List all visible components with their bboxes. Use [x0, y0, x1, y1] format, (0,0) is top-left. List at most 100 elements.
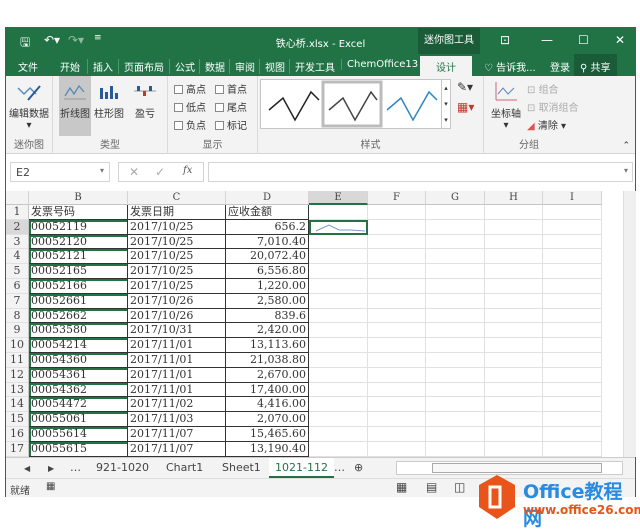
cell-b6[interactable]: 00052166: [29, 279, 128, 294]
cell-d12[interactable]: 2,670.00: [226, 367, 309, 383]
cell[interactable]: [485, 234, 543, 250]
prev-sheet-icon[interactable]: ◀: [24, 464, 30, 473]
cell-c4[interactable]: 2017/10/25: [128, 249, 226, 265]
cell[interactable]: [543, 367, 602, 383]
worksheet-grid[interactable]: B C D E F G H I 1 发票号码 发票日期 应收金额 2 00052119 2017/10/25…: [6, 191, 623, 457]
edit-data-button[interactable]: 编辑数据 ▾: [8, 80, 50, 131]
sparkline-color-button[interactable]: ✎▾: [457, 80, 473, 94]
cell-c10[interactable]: 2017/11/01: [128, 338, 226, 353]
cell-c8[interactable]: 2017/10/26: [128, 308, 226, 324]
insert-function-icon[interactable]: fx: [183, 165, 192, 176]
cell[interactable]: [368, 249, 426, 265]
sparkline-cell-e2[interactable]: [309, 219, 368, 235]
minimize-icon[interactable]: —: [541, 33, 553, 47]
cell[interactable]: [368, 382, 426, 398]
cell[interactable]: [426, 219, 485, 235]
cell-d9[interactable]: 2,420.00: [226, 323, 309, 339]
winloss-type-button[interactable]: 盈亏: [129, 80, 161, 120]
column-header-b[interactable]: B: [29, 191, 128, 205]
cell-c9[interactable]: 2017/10/31: [128, 323, 226, 339]
cell[interactable]: [309, 293, 368, 309]
cell[interactable]: [426, 323, 485, 339]
cell[interactable]: [426, 382, 485, 398]
column-header-f[interactable]: F: [368, 191, 426, 205]
column-type-button[interactable]: 柱形图: [93, 80, 125, 120]
cell[interactable]: [426, 308, 485, 324]
row-header[interactable]: 6: [6, 279, 29, 294]
collapse-ribbon-icon[interactable]: ⌃: [622, 141, 630, 151]
marker-color-button[interactable]: ▦▾: [457, 100, 474, 114]
close-icon[interactable]: ✕: [615, 33, 625, 47]
cell-c5[interactable]: 2017/10/25: [128, 264, 226, 279]
cell[interactable]: [426, 234, 485, 250]
cell[interactable]: [309, 249, 368, 265]
cell[interactable]: [426, 367, 485, 383]
cell[interactable]: [485, 441, 543, 457]
cell-b1[interactable]: 发票号码: [29, 205, 128, 220]
cell[interactable]: [485, 249, 543, 265]
cell[interactable]: [426, 412, 485, 427]
row-header[interactable]: 1: [6, 205, 29, 220]
cell-d7[interactable]: 2,580.00: [226, 293, 309, 309]
more-sheets-left[interactable]: …: [70, 461, 81, 474]
cell[interactable]: [368, 205, 426, 220]
new-sheet-icon[interactable]: ⊕: [354, 461, 363, 474]
ribbon-display-icon[interactable]: ⊡: [500, 33, 510, 47]
cell[interactable]: [426, 293, 485, 309]
cell[interactable]: [309, 264, 368, 279]
maximize-icon[interactable]: ☐: [578, 33, 589, 47]
scroll-thumb[interactable]: [432, 463, 602, 473]
row-header[interactable]: 4: [6, 249, 29, 265]
cell[interactable]: [368, 441, 426, 457]
sheet-tab[interactable]: Chart1: [166, 461, 203, 474]
cell[interactable]: [543, 234, 602, 250]
macro-record-icon[interactable]: ▦: [46, 481, 55, 492]
cell[interactable]: [485, 353, 543, 368]
cell[interactable]: [368, 323, 426, 339]
cell-b2[interactable]: 00052119: [29, 219, 128, 235]
row-header[interactable]: 10: [6, 338, 29, 353]
cell[interactable]: [543, 219, 602, 235]
sheet-tab[interactable]: 921-1020: [96, 461, 149, 474]
row-header[interactable]: 2: [6, 219, 29, 235]
cell-c2[interactable]: 2017/10/25: [128, 219, 226, 235]
page-layout-view-icon[interactable]: ▤: [426, 480, 437, 494]
cell[interactable]: [368, 264, 426, 279]
cell[interactable]: [485, 397, 543, 413]
cell[interactable]: [485, 338, 543, 353]
enter-icon[interactable]: ✓: [155, 165, 165, 179]
cell[interactable]: [368, 353, 426, 368]
cancel-icon[interactable]: ✕: [129, 165, 139, 179]
cell[interactable]: [485, 219, 543, 235]
cell[interactable]: [368, 338, 426, 353]
cell-c12[interactable]: 2017/11/01: [128, 367, 226, 383]
clear-button[interactable]: ◢ 清除 ▾: [527, 117, 566, 132]
tab-home[interactable]: 开始: [60, 59, 80, 74]
cell[interactable]: [309, 427, 368, 442]
first-point-checkbox[interactable]: 首点: [215, 81, 247, 96]
cell[interactable]: [309, 234, 368, 250]
cell[interactable]: [485, 382, 543, 398]
row-header[interactable]: 8: [6, 308, 29, 324]
tell-me-search[interactable]: ♡ 告诉我...: [484, 59, 536, 74]
cell[interactable]: [485, 308, 543, 324]
cell-c14[interactable]: 2017/11/02: [128, 397, 226, 413]
cell[interactable]: [309, 338, 368, 353]
cell[interactable]: [426, 353, 485, 368]
tab-page-layout[interactable]: 页面布局: [118, 59, 164, 74]
cell[interactable]: [485, 412, 543, 427]
cell-b7[interactable]: 00052661: [29, 293, 128, 309]
name-box[interactable]: E2 ▾: [10, 162, 110, 182]
cell[interactable]: [309, 323, 368, 339]
next-sheet-icon[interactable]: ▶: [48, 464, 54, 473]
style-gallery[interactable]: [260, 79, 450, 129]
tab-file[interactable]: 文件: [18, 59, 38, 74]
row-header[interactable]: 17: [6, 441, 29, 457]
cell-d3[interactable]: 7,010.40: [226, 234, 309, 250]
cell[interactable]: [368, 279, 426, 294]
cell[interactable]: [309, 382, 368, 398]
negative-point-checkbox[interactable]: 负点: [174, 117, 206, 132]
tab-developer[interactable]: 开发工具: [289, 59, 335, 74]
cell-b12[interactable]: 00054361: [29, 367, 128, 383]
cell[interactable]: [368, 412, 426, 427]
